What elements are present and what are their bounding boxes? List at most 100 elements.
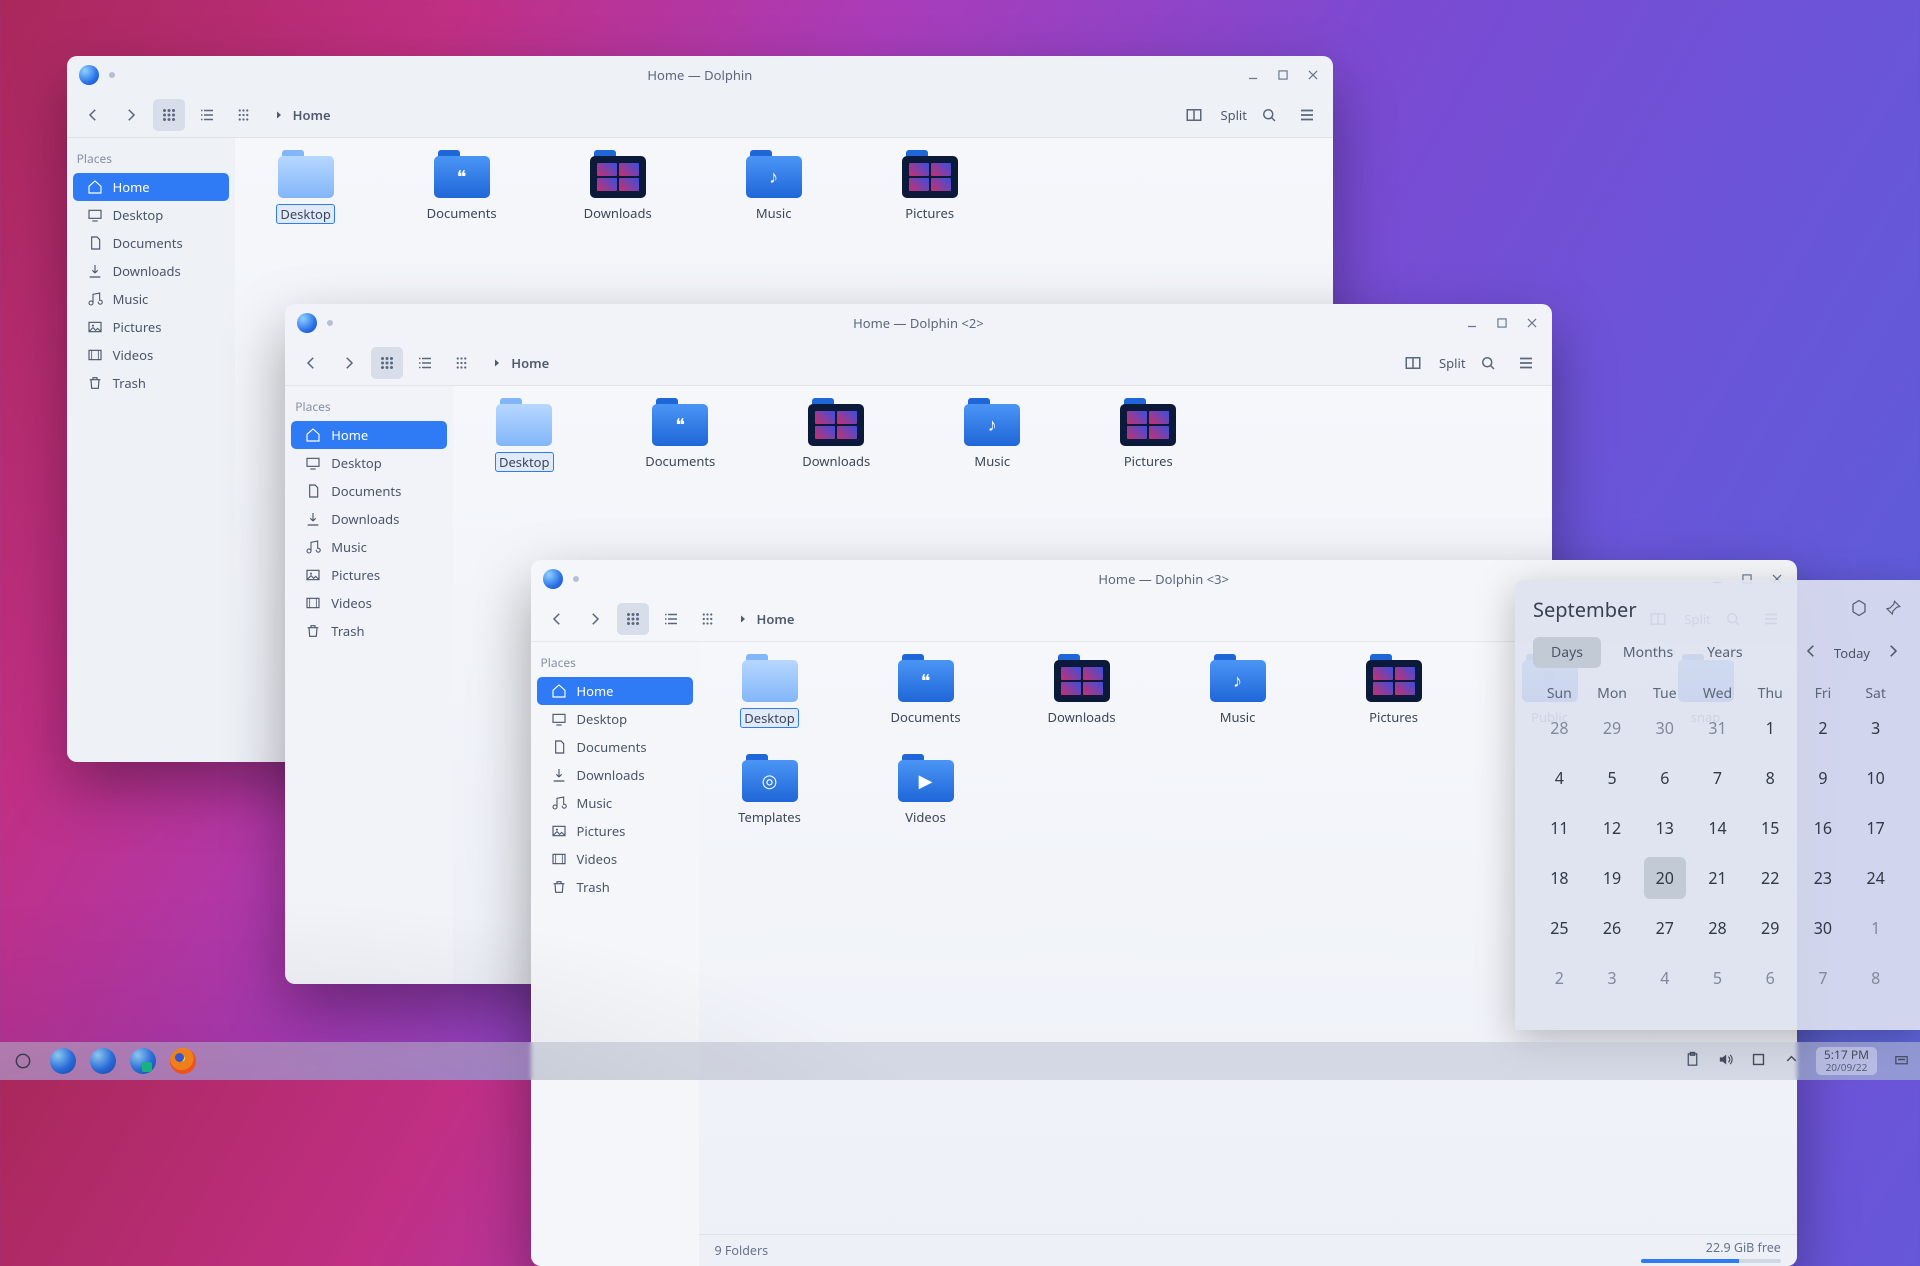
sidebar-item-downloads[interactable]: Downloads — [73, 257, 229, 285]
tray-clipboard-icon[interactable] — [1684, 1051, 1701, 1072]
calendar-day[interactable]: 5 — [1691, 967, 1744, 989]
calendar-day[interactable]: 27 — [1638, 917, 1691, 939]
calendar-day[interactable]: 12 — [1586, 817, 1639, 839]
split-button[interactable] — [1178, 99, 1210, 131]
hamburger-button[interactable] — [1291, 99, 1323, 131]
calendar-settings-icon[interactable] — [1850, 596, 1868, 623]
calendar-day[interactable]: 28 — [1691, 917, 1744, 939]
sidebar-item-trash[interactable]: Trash — [537, 873, 693, 901]
search-button[interactable] — [1253, 99, 1285, 131]
split-button[interactable] — [1397, 347, 1429, 379]
view-list-button[interactable] — [409, 347, 441, 379]
sidebar-item-home[interactable]: Home — [291, 421, 447, 449]
folder-item[interactable]: Pictures — [1345, 660, 1443, 728]
calendar-day[interactable]: 18 — [1533, 867, 1586, 889]
calendar-day[interactable]: 9 — [1797, 767, 1850, 789]
calendar-day[interactable]: 15 — [1744, 817, 1797, 839]
breadcrumb[interactable]: Home — [737, 610, 795, 628]
calendar-day[interactable]: 4 — [1533, 767, 1586, 789]
view-icons-button[interactable] — [617, 603, 649, 635]
window-titlebar[interactable]: Home — Dolphin — [67, 56, 1333, 94]
calendar-day[interactable]: 2 — [1797, 717, 1850, 739]
sidebar-item-documents[interactable]: Documents — [73, 229, 229, 257]
calendar-prev-icon[interactable] — [1802, 642, 1820, 664]
view-icons-button[interactable] — [153, 99, 185, 131]
folder-item[interactable]: Desktop — [257, 156, 355, 224]
calendar-day[interactable]: 3 — [1586, 967, 1639, 989]
calendar-today-button[interactable]: Today — [1834, 644, 1870, 662]
calendar-day[interactable]: 17 — [1849, 817, 1902, 839]
view-compact-button[interactable] — [447, 347, 479, 379]
sidebar-item-videos[interactable]: Videos — [73, 341, 229, 369]
calendar-next-icon[interactable] — [1884, 642, 1902, 664]
sidebar-item-music[interactable]: Music — [537, 789, 693, 817]
calendar-day[interactable]: 22 — [1744, 867, 1797, 889]
folder-item[interactable]: Downloads — [1033, 660, 1131, 728]
app-firefox-icon[interactable] — [170, 1048, 196, 1074]
calendar-day[interactable]: 23 — [1797, 867, 1850, 889]
breadcrumb[interactable]: Home — [491, 354, 549, 372]
launcher-icon[interactable] — [10, 1048, 36, 1074]
sidebar-item-home[interactable]: Home — [537, 677, 693, 705]
view-list-button[interactable] — [655, 603, 687, 635]
window-titlebar[interactable]: Home — Dolphin <2> — [285, 304, 1551, 342]
folder-item[interactable]: Pictures — [881, 156, 979, 224]
folder-item[interactable]: ♪ Music — [725, 156, 823, 224]
folder-item[interactable]: ❝ Documents — [877, 660, 975, 728]
sidebar-item-downloads[interactable]: Downloads — [537, 761, 693, 789]
calendar-day[interactable]: 4 — [1638, 967, 1691, 989]
calendar-day[interactable]: 20 — [1638, 857, 1691, 899]
sidebar-item-home[interactable]: Home — [73, 173, 229, 201]
calendar-day[interactable]: 7 — [1691, 767, 1744, 789]
sidebar-item-pictures[interactable]: Pictures — [291, 561, 447, 589]
calendar-pin-icon[interactable] — [1884, 596, 1902, 623]
folder-item[interactable]: ❝ Documents — [413, 156, 511, 224]
nav-forward-button[interactable] — [333, 347, 365, 379]
folder-item[interactable]: ♪ Music — [1189, 660, 1287, 728]
view-compact-button[interactable] — [693, 603, 725, 635]
sidebar-item-trash[interactable]: Trash — [291, 617, 447, 645]
taskbar-clock[interactable]: 5:17 PM 20/09/22 — [1816, 1047, 1877, 1074]
calendar-day[interactable]: 24 — [1849, 867, 1902, 889]
calendar-day[interactable]: 30 — [1797, 917, 1850, 939]
calendar-day[interactable]: 14 — [1691, 817, 1744, 839]
calendar-day[interactable]: 28 — [1533, 717, 1586, 739]
breadcrumb[interactable]: Home — [273, 106, 331, 124]
calendar-tab-months[interactable]: Months — [1623, 643, 1673, 662]
view-compact-button[interactable] — [229, 99, 261, 131]
tray-desktop-icon[interactable] — [1893, 1051, 1910, 1072]
tray-display-icon[interactable] — [1750, 1051, 1767, 1072]
calendar-day[interactable]: 19 — [1586, 867, 1639, 889]
calendar-day[interactable]: 29 — [1586, 717, 1639, 739]
sidebar-item-desktop[interactable]: Desktop — [291, 449, 447, 477]
calendar-day[interactable]: 29 — [1744, 917, 1797, 939]
calendar-day[interactable]: 8 — [1744, 767, 1797, 789]
sidebar-item-desktop[interactable]: Desktop — [537, 705, 693, 733]
folder-item[interactable]: ◎ Templates — [721, 760, 819, 826]
app-dolphin-icon[interactable] — [130, 1048, 156, 1074]
folder-item[interactable]: Downloads — [787, 404, 885, 472]
nav-back-button[interactable] — [295, 347, 327, 379]
calendar-day[interactable]: 7 — [1797, 967, 1850, 989]
sidebar-item-trash[interactable]: Trash — [73, 369, 229, 397]
sidebar-item-documents[interactable]: Documents — [537, 733, 693, 761]
calendar-day[interactable]: 25 — [1533, 917, 1586, 939]
maximize-button[interactable] — [1494, 315, 1510, 331]
calendar-day[interactable]: 26 — [1586, 917, 1639, 939]
nav-back-button[interactable] — [77, 99, 109, 131]
folder-item[interactable]: ▶ Videos — [877, 760, 975, 826]
calendar-day[interactable]: 31 — [1691, 717, 1744, 739]
sidebar-item-pictures[interactable]: Pictures — [537, 817, 693, 845]
tray-volume-icon[interactable] — [1717, 1051, 1734, 1072]
calendar-tab-days[interactable]: Days — [1533, 637, 1601, 668]
close-button[interactable] — [1305, 67, 1321, 83]
sidebar-item-videos[interactable]: Videos — [291, 589, 447, 617]
folder-item[interactable]: Downloads — [569, 156, 667, 224]
tray-expand-icon[interactable] — [1783, 1051, 1800, 1072]
calendar-day[interactable]: 21 — [1691, 867, 1744, 889]
calendar-day[interactable]: 3 — [1849, 717, 1902, 739]
hamburger-button[interactable] — [1510, 347, 1542, 379]
calendar-day[interactable]: 6 — [1744, 967, 1797, 989]
calendar-day[interactable]: 1 — [1744, 717, 1797, 739]
calendar-day[interactable]: 10 — [1849, 767, 1902, 789]
